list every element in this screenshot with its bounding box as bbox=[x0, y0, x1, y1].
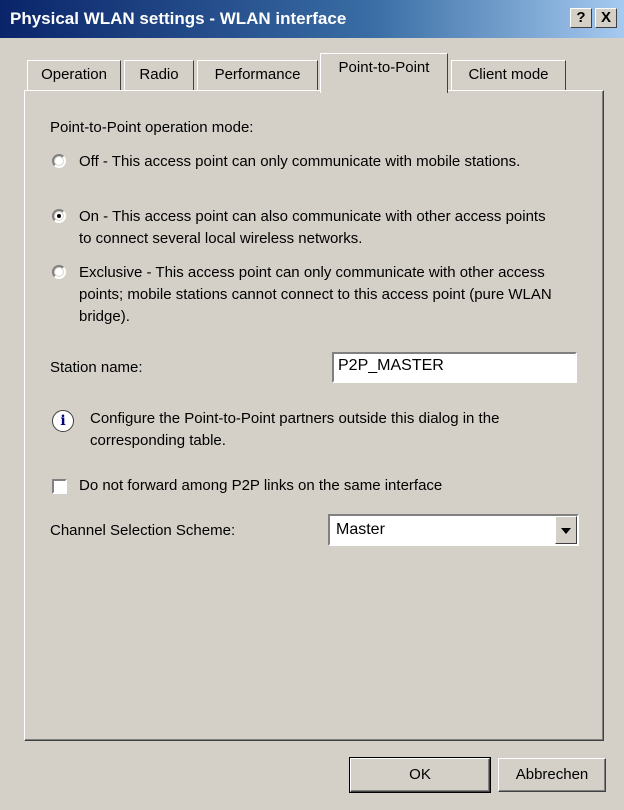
no-forward-label[interactable]: Do not forward among P2P links on the sa… bbox=[79, 477, 442, 494]
close-button[interactable]: X bbox=[595, 8, 617, 28]
info-icon: i bbox=[52, 410, 74, 432]
channel-scheme-select[interactable]: Master bbox=[328, 514, 579, 546]
radio-on[interactable] bbox=[52, 209, 66, 223]
radio-exclusive-label[interactable]: Exclusive - This access point can only c… bbox=[79, 262, 589, 328]
station-name-input[interactable]: P2P_MASTER bbox=[332, 352, 577, 383]
window-title: Physical WLAN settings - WLAN interface bbox=[10, 9, 347, 28]
info-text: Configure the Point-to-Point partners ou… bbox=[90, 410, 500, 449]
radio-on-label[interactable]: On - This access point can also communic… bbox=[79, 206, 561, 250]
station-name-label: Station name: bbox=[50, 359, 143, 376]
chevron-down-icon[interactable] bbox=[555, 516, 577, 544]
tab-client-mode[interactable]: Client mode bbox=[451, 60, 566, 91]
radio-off[interactable] bbox=[52, 154, 66, 168]
radio-exclusive[interactable] bbox=[52, 265, 66, 279]
mode-label: Point-to-Point operation mode: bbox=[50, 119, 254, 136]
tab-radio[interactable]: Radio bbox=[124, 60, 194, 91]
radio-off-label[interactable]: Off - This access point can only communi… bbox=[79, 151, 559, 173]
cancel-button[interactable]: Abbrechen bbox=[498, 758, 606, 792]
tab-point-to-point[interactable]: Point-to-Point bbox=[320, 53, 448, 93]
tab-operation[interactable]: Operation bbox=[27, 60, 121, 91]
help-button[interactable]: ? bbox=[570, 8, 592, 28]
channel-scheme-label: Channel Selection Scheme: bbox=[50, 522, 236, 539]
radio-on-dot bbox=[57, 214, 61, 218]
channel-scheme-value: Master bbox=[336, 521, 385, 538]
ok-button[interactable]: OK bbox=[349, 757, 491, 793]
no-forward-checkbox[interactable] bbox=[52, 479, 67, 494]
tab-performance[interactable]: Performance bbox=[197, 60, 318, 91]
title-bar: Physical WLAN settings - WLAN interface … bbox=[0, 0, 624, 38]
